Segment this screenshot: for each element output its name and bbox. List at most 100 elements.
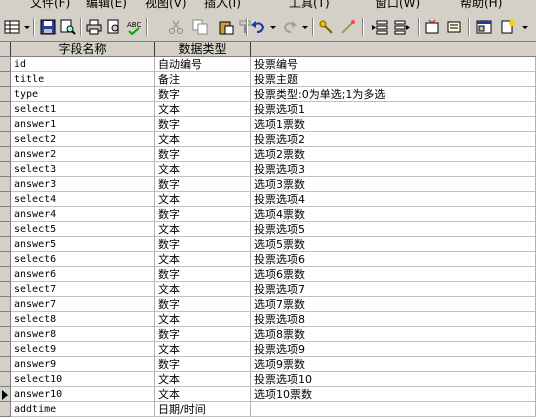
field-name-cell[interactable]: title — [11, 72, 155, 87]
copy-icon[interactable] — [192, 19, 208, 35]
print-icon[interactable] — [86, 19, 102, 35]
data-type-cell[interactable]: 文本 — [155, 192, 251, 207]
table-row[interactable]: answer7 数字 选项7票数 — [0, 297, 536, 312]
table-row[interactable]: select4 文本 投票选项4 — [0, 192, 536, 207]
field-name-cell[interactable]: answer1 — [11, 117, 155, 132]
table-row[interactable]: id 自动编号 投票编号 — [0, 57, 536, 72]
row-selector[interactable] — [0, 372, 11, 387]
description-cell[interactable]: 投票选项6 — [251, 252, 536, 267]
description-cell[interactable]: 选项3票数 — [251, 177, 536, 192]
description-cell[interactable]: 投票选项10 — [251, 372, 536, 387]
table-row[interactable]: select7 文本 投票选项7 — [0, 282, 536, 297]
table-row[interactable]: addtime 日期/时间 — [0, 402, 536, 417]
description-cell[interactable]: 选项2票数 — [251, 147, 536, 162]
row-selector[interactable] — [0, 87, 11, 102]
row-selector[interactable] — [0, 342, 11, 357]
row-selector[interactable] — [0, 147, 11, 162]
data-type-cell[interactable]: 数字 — [155, 267, 251, 282]
row-selector[interactable] — [0, 237, 11, 252]
table-row[interactable]: select10 文本 投票选项10 — [0, 372, 536, 387]
description-cell[interactable]: 投票选项1 — [251, 102, 536, 117]
row-selector[interactable] — [0, 132, 11, 147]
field-name-cell[interactable]: answer5 — [11, 237, 155, 252]
field-name-cell[interactable]: answer6 — [11, 267, 155, 282]
insert-rows-icon[interactable] — [372, 19, 388, 35]
description-cell[interactable]: 选项1票数 — [251, 117, 536, 132]
data-type-cell[interactable]: 文本 — [155, 252, 251, 267]
cut-icon[interactable] — [168, 19, 184, 35]
menu-insert[interactable]: 插入(I) — [204, 0, 241, 12]
data-type-cell[interactable]: 文本 — [155, 162, 251, 177]
data-type-cell[interactable]: 备注 — [155, 72, 251, 87]
data-type-cell[interactable]: 数字 — [155, 117, 251, 132]
view-dropdown-icon[interactable] — [24, 26, 30, 29]
field-name-cell[interactable]: answer2 — [11, 147, 155, 162]
row-selector[interactable] — [0, 162, 11, 177]
field-name-cell[interactable]: id — [11, 57, 155, 72]
description-cell[interactable]: 选项8票数 — [251, 327, 536, 342]
data-type-cell[interactable]: 文本 — [155, 102, 251, 117]
table-row[interactable]: answer8 数字 选项8票数 — [0, 327, 536, 342]
data-type-cell[interactable]: 数字 — [155, 87, 251, 102]
data-type-cell[interactable]: 自动编号 — [155, 57, 251, 72]
menu-help[interactable]: 帮助(H) — [460, 0, 502, 12]
data-type-cell[interactable]: 日期/时间 — [155, 402, 251, 417]
field-name-cell[interactable]: type — [11, 87, 155, 102]
row-selector[interactable] — [0, 252, 11, 267]
row-selector[interactable] — [0, 357, 11, 372]
description-cell[interactable]: 投票选项5 — [251, 222, 536, 237]
description-cell[interactable]: 选项10票数 — [251, 387, 536, 402]
row-selector[interactable] — [0, 177, 11, 192]
field-name-cell[interactable]: select6 — [11, 252, 155, 267]
description-cell[interactable]: 选项4票数 — [251, 207, 536, 222]
table-row[interactable]: select1 文本 投票选项1 — [0, 102, 536, 117]
description-cell[interactable]: 投票选项8 — [251, 312, 536, 327]
data-type-cell[interactable]: 数字 — [155, 357, 251, 372]
field-name-cell[interactable]: select3 — [11, 162, 155, 177]
field-name-cell[interactable]: select10 — [11, 372, 155, 387]
table-row[interactable]: answer1 数字 选项1票数 — [0, 117, 536, 132]
table-row[interactable]: select6 文本 投票选项6 — [0, 252, 536, 267]
data-type-cell[interactable]: 数字 — [155, 177, 251, 192]
description-cell[interactable]: 投票类型:0为单选;1为多选 — [251, 87, 536, 102]
paste-icon[interactable] — [218, 19, 234, 35]
row-selector[interactable] — [0, 282, 11, 297]
row-selector[interactable] — [0, 222, 11, 237]
menu-file[interactable]: 文件(F) — [30, 0, 70, 12]
data-type-cell[interactable]: 文本 — [155, 372, 251, 387]
table-row[interactable]: answer6 数字 选项6票数 — [0, 267, 536, 282]
data-type-cell[interactable]: 文本 — [155, 312, 251, 327]
field-name-cell[interactable]: addtime — [11, 402, 155, 417]
view-icon[interactable] — [4, 19, 20, 35]
data-type-cell[interactable]: 文本 — [155, 282, 251, 297]
field-name-cell[interactable]: answer7 — [11, 297, 155, 312]
delete-rows-icon[interactable] — [394, 19, 410, 35]
table-row[interactable]: answer3 数字 选项3票数 — [0, 177, 536, 192]
data-type-cell[interactable]: 文本 — [155, 342, 251, 357]
row-selector[interactable] — [0, 402, 11, 417]
field-name-cell[interactable]: select1 — [11, 102, 155, 117]
field-name-cell[interactable]: answer8 — [11, 327, 155, 342]
row-selector[interactable] — [0, 387, 11, 402]
table-row[interactable]: answer2 数字 选项2票数 — [0, 147, 536, 162]
spell-check-icon[interactable]: ABC — [126, 19, 142, 35]
build-icon[interactable] — [446, 19, 462, 35]
menu-edit[interactable]: 编辑(E) — [86, 0, 127, 12]
row-selector[interactable] — [0, 297, 11, 312]
save-icon[interactable] — [40, 19, 56, 35]
field-name-cell[interactable]: answer4 — [11, 207, 155, 222]
description-cell[interactable]: 选项5票数 — [251, 237, 536, 252]
properties-icon[interactable] — [424, 19, 440, 35]
table-row[interactable]: select9 文本 投票选项9 — [0, 342, 536, 357]
database-window-icon[interactable] — [476, 19, 492, 35]
description-cell[interactable]: 投票编号 — [251, 57, 536, 72]
table-row[interactable]: title 备注 投票主题 — [0, 72, 536, 87]
table-row[interactable]: answer9 数字 选项9票数 — [0, 357, 536, 372]
new-object-dropdown-icon[interactable] — [522, 26, 528, 29]
search-icon[interactable] — [60, 19, 76, 35]
field-name-cell[interactable]: answer9 — [11, 357, 155, 372]
new-object-icon[interactable] — [500, 19, 516, 35]
primary-key-icon[interactable] — [318, 19, 334, 35]
data-type-cell[interactable]: 数字 — [155, 237, 251, 252]
undo-icon[interactable] — [250, 19, 266, 35]
